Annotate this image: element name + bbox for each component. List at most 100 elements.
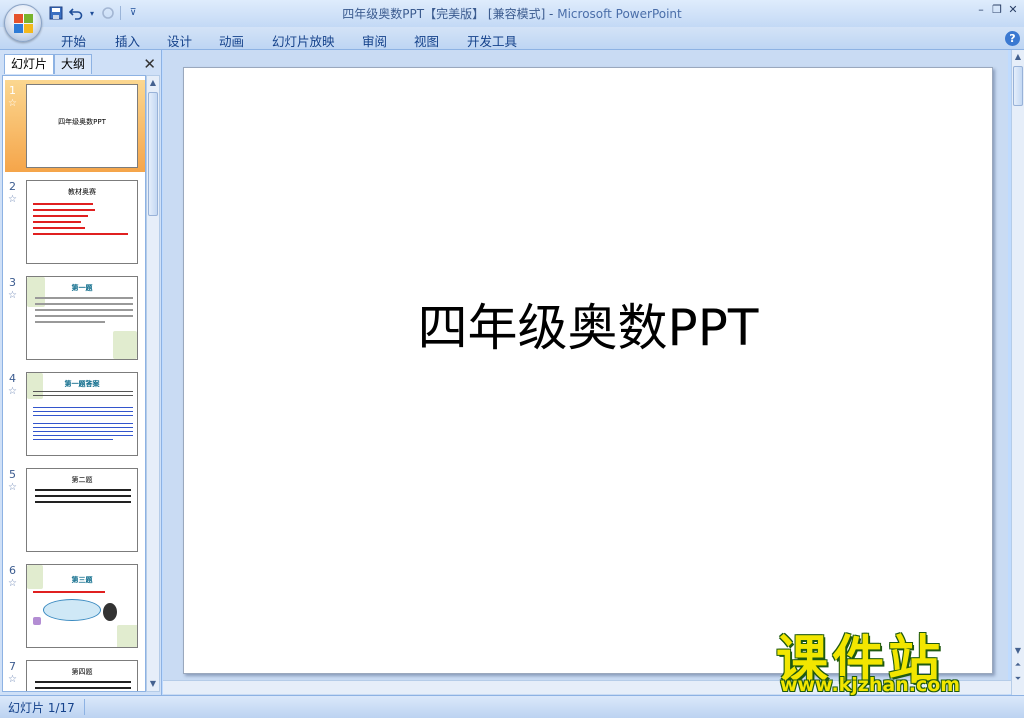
slide-preview: 四年级奥数PPT [26, 84, 138, 168]
slide-preview: 第四题 [26, 660, 138, 691]
tab-home[interactable]: 开始 [61, 31, 86, 50]
tab-insert[interactable]: 插入 [115, 31, 140, 50]
slide-preview: 第二题 [26, 468, 138, 552]
slide-scrollbar[interactable]: ▲ ▼ ⏶ ⏷ [1011, 50, 1024, 695]
restore-icon[interactable]: ❐ [990, 3, 1004, 17]
thumbnail-list: 1 ☆ 四年级奥数PPT 2 ☆ 教材奥赛 3 ☆ 第一题 4 ☆ 第一题答案 … [2, 75, 146, 692]
transition-icon: ☆ [8, 194, 17, 205]
thumbnail-slide-7[interactable]: 7 ☆ 第四题 [5, 656, 145, 691]
text-line [33, 209, 95, 211]
scroll-thumb[interactable] [1013, 66, 1023, 106]
transition-icon: ☆ [8, 290, 17, 301]
thumbnail-slide-4[interactable]: 4 ☆ 第一题答案 [5, 368, 145, 460]
document-title: 四年级奥数PPT【完美版】 [兼容模式] - [342, 7, 554, 21]
text-line [35, 297, 133, 299]
text-line [33, 415, 133, 416]
tab-developer[interactable]: 开发工具 [467, 31, 517, 50]
character-figure [103, 603, 117, 621]
close-panel-icon[interactable]: ✕ [143, 55, 156, 73]
speech-bubble [43, 599, 101, 621]
slide-number: 2 [9, 180, 16, 193]
slide-preview: 第一题 [26, 276, 138, 360]
decoration [33, 617, 41, 625]
transition-icon: ☆ [8, 578, 17, 589]
watermark-url: www.kjzhan.com [780, 674, 961, 696]
text-line [33, 407, 133, 408]
text-line [33, 391, 133, 392]
scroll-thumb[interactable] [148, 92, 158, 216]
tab-animations[interactable]: 动画 [219, 31, 244, 50]
text-line [35, 315, 133, 317]
office-button[interactable] [4, 4, 42, 42]
slide-indicator: 幻灯片 1/17 [8, 701, 75, 715]
minimize-icon[interactable]: – [974, 3, 988, 17]
scroll-down-icon[interactable]: ▼ [147, 677, 159, 691]
thumbnail-title: 第四题 [71, 668, 93, 676]
thumbnail-title: 教材奥赛 [68, 188, 96, 196]
thumbnail-slide-2[interactable]: 2 ☆ 教材奥赛 [5, 176, 145, 268]
thumbnail-title: 第二题 [71, 476, 93, 484]
watermark-logo: 课件站 www.kjzhan.com [776, 618, 1008, 698]
thumbnail-title: 第三题 [71, 576, 93, 584]
text-line [33, 215, 88, 217]
tab-design[interactable]: 设计 [167, 31, 192, 50]
text-line [33, 435, 133, 436]
decoration [113, 331, 137, 359]
next-slide-icon[interactable]: ⏷ [1012, 674, 1024, 684]
transition-icon: ☆ [8, 386, 17, 397]
window-controls: – ❐ ✕ [974, 3, 1020, 17]
transition-icon: ☆ [8, 674, 17, 685]
slide-title[interactable]: 四年级奥数PPT [184, 288, 992, 360]
slide-number: 4 [9, 372, 16, 385]
thumbnail-scrollbar[interactable]: ▲ ▼ [146, 75, 160, 692]
text-line [33, 227, 85, 229]
slide-preview: 第三题 [26, 564, 138, 648]
text-line [33, 395, 133, 396]
thumbnail-slide-6[interactable]: 6 ☆ 第三题 [5, 560, 145, 652]
text-line [35, 489, 131, 491]
tab-review[interactable]: 审阅 [362, 31, 387, 50]
slide-number: 3 [9, 276, 16, 289]
thumbnail-title: 第一题答案 [64, 380, 100, 388]
previous-slide-icon[interactable]: ⏶ [1012, 660, 1024, 670]
tab-slideshow[interactable]: 幻灯片放映 [272, 31, 335, 50]
text-line [35, 321, 105, 323]
scroll-down-icon[interactable]: ▼ [1012, 646, 1024, 655]
help-icon[interactable]: ? [1005, 31, 1020, 46]
slides-panel: 幻灯片 大纲 ✕ 1 ☆ 四年级奥数PPT 2 ☆ 教材奥赛 3 ☆ 第一题 4… [0, 50, 162, 695]
text-line [35, 501, 131, 503]
thumbnail-slide-5[interactable]: 5 ☆ 第二题 [5, 464, 145, 556]
current-slide[interactable]: 四年级奥数PPT [183, 67, 993, 674]
slide-number: 1 [9, 84, 16, 97]
app-name: Microsoft PowerPoint [557, 7, 682, 21]
panel-tabs: 幻灯片 大纲 ✕ [2, 54, 160, 74]
tab-outline[interactable]: 大纲 [54, 54, 93, 74]
status-bar: 幻灯片 1/17 [0, 695, 1024, 718]
window-title: 四年级奥数PPT【完美版】 [兼容模式] - Microsoft PowerPo… [0, 5, 1024, 22]
text-line [33, 203, 93, 205]
tab-view[interactable]: 视图 [414, 31, 439, 50]
thumbnail-title: 四年级奥数PPT [58, 118, 106, 126]
text-line [35, 681, 131, 683]
status-separator [84, 699, 85, 715]
transition-icon: ☆ [8, 98, 17, 109]
scroll-up-icon[interactable]: ▲ [147, 76, 159, 90]
text-line [33, 423, 133, 424]
text-line [33, 411, 133, 412]
text-line [35, 309, 133, 311]
text-line [33, 427, 133, 428]
text-line [33, 431, 133, 432]
thumbnail-slide-3[interactable]: 3 ☆ 第一题 [5, 272, 145, 364]
text-line [33, 591, 105, 593]
decoration [117, 625, 137, 647]
thumbnail-slide-1[interactable]: 1 ☆ 四年级奥数PPT [5, 80, 145, 172]
text-line [33, 439, 113, 440]
text-line [35, 303, 133, 305]
text-line [33, 233, 128, 235]
scroll-up-icon[interactable]: ▲ [1012, 52, 1024, 61]
close-icon[interactable]: ✕ [1006, 3, 1020, 17]
slide-number: 5 [9, 468, 16, 481]
tab-slides[interactable]: 幻灯片 [4, 54, 55, 74]
text-line [35, 495, 131, 497]
slide-editing-area: 四年级奥数PPT [163, 50, 1008, 695]
